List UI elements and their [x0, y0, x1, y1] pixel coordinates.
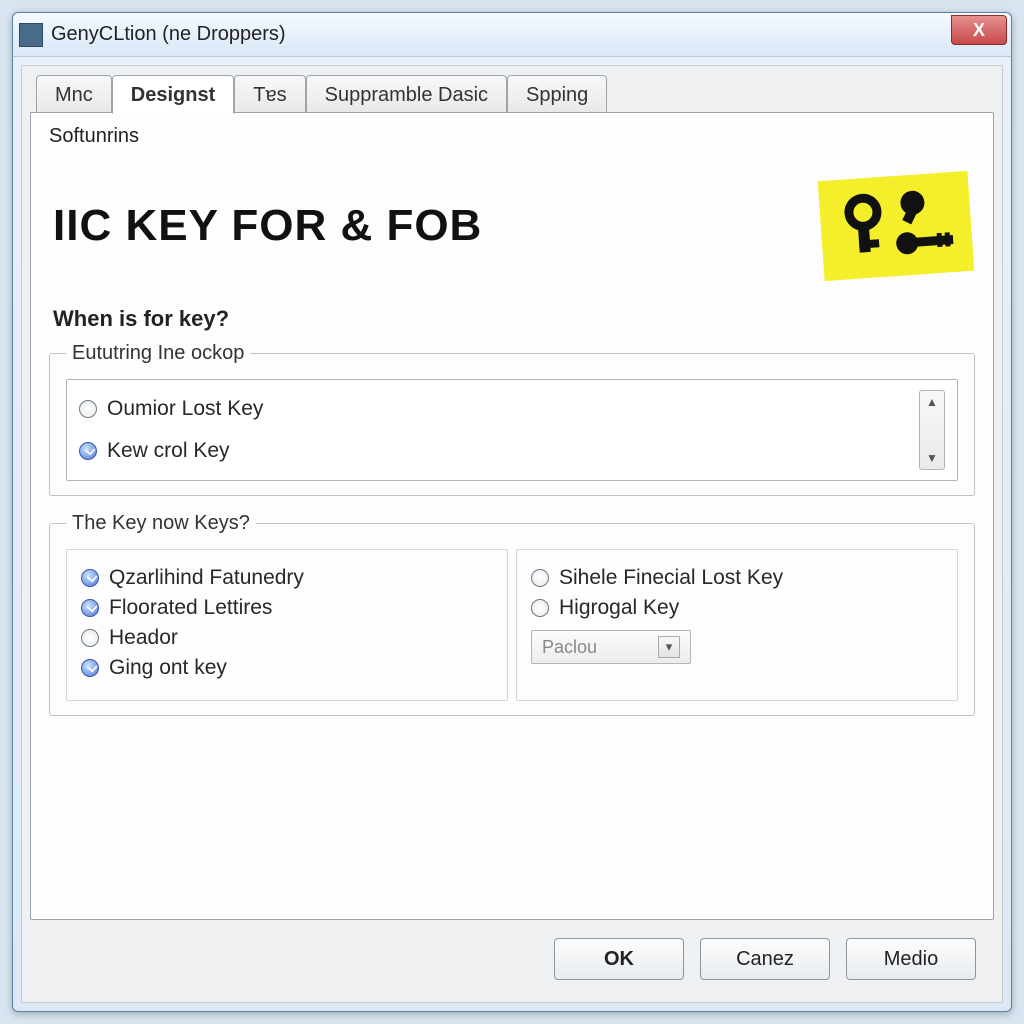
dialog-window: GenyCLtion (ne Droppers) X Mnc Designst …	[12, 12, 1012, 1012]
check-icon	[531, 569, 549, 587]
tab-label: Tɐs	[253, 84, 286, 106]
scroll-up-icon: ▲	[926, 395, 938, 409]
close-button[interactable]: X	[951, 15, 1007, 45]
check-icon	[81, 659, 99, 677]
tab-page-designst: Softunrins IIC KEY FOR & FOB	[30, 112, 994, 920]
tab-mnc[interactable]: Mnc	[36, 75, 112, 114]
close-icon: X	[973, 20, 985, 41]
button-bar: OK Canez Medio	[30, 920, 994, 994]
paclou-dropdown[interactable]: Paclou ▾	[531, 630, 691, 664]
client-area: Mnc Designst Tɐs Suppramble Dasic Spping…	[21, 65, 1003, 1003]
heading-row: IIC KEY FOR & FOB	[53, 176, 971, 276]
button-label: OK	[604, 948, 634, 971]
option-label: Sihele Finecial Lost Key	[559, 566, 783, 590]
tab-label: Mnc	[55, 84, 93, 106]
tab-label: Spping	[526, 84, 588, 106]
option-label: Heador	[109, 626, 178, 650]
option-label: Floorated Lettires	[109, 596, 272, 620]
option-sihele[interactable]: Sihele Finecial Lost Key	[531, 566, 943, 590]
option-kew-crol[interactable]: Kew crol Key	[79, 439, 919, 463]
keys-icon	[818, 171, 975, 281]
option-higrogal[interactable]: Higroɡal Key	[531, 596, 943, 620]
option-ging-ont[interactable]: Ging ont key	[81, 656, 493, 680]
dropdown-value: Paclou	[542, 637, 597, 658]
cancel-button[interactable]: Canez	[700, 938, 830, 980]
option-qzarlihind[interactable]: Qzarlihind Fatunedry	[81, 566, 493, 590]
app-icon	[19, 23, 43, 47]
tab-tas[interactable]: Tɐs	[234, 75, 305, 114]
group-legend: The Key now Keys?	[66, 512, 256, 535]
tab-label: Designst	[131, 84, 215, 106]
option-label: Ging ont key	[109, 656, 227, 680]
tab-label: Suppramble Dasic	[325, 84, 488, 106]
tab-spping[interactable]: Spping	[507, 75, 607, 114]
button-label: Medio	[884, 948, 938, 971]
help-button[interactable]: Medio	[846, 938, 976, 980]
options-right-column: Sihele Finecial Lost Key Higroɡal Key Pa…	[516, 549, 958, 701]
radio-selected-icon	[79, 442, 97, 460]
option-floorated[interactable]: Floorated Lettires	[81, 596, 493, 620]
group-legend: Eututring Ine ockop	[66, 342, 250, 365]
radio-icon	[79, 400, 97, 418]
scroll-down-icon: ▼	[926, 451, 938, 465]
option-label: Qzarlihind Fatunedry	[109, 566, 304, 590]
tab-designst[interactable]: Designst	[112, 75, 234, 114]
check-icon	[81, 629, 99, 647]
chevron-down-icon: ▾	[658, 636, 680, 658]
tab-strip: Mnc Designst Tɐs Suppramble Dasic Spping	[30, 74, 994, 113]
options-left-column: Qzarlihind Fatunedry Floorated Lettires …	[66, 549, 508, 701]
check-icon	[81, 569, 99, 587]
scrollbar[interactable]: ▲ ▼	[919, 390, 945, 470]
titlebar: GenyCLtion (ne Droppers) X	[13, 13, 1011, 57]
option-heador[interactable]: Heador	[81, 626, 493, 650]
check-icon	[81, 599, 99, 617]
button-label: Canez	[736, 948, 794, 971]
group-label: Softunrins	[49, 125, 975, 148]
tab-suppramble[interactable]: Suppramble Dasic	[306, 75, 507, 114]
check-icon	[531, 599, 549, 617]
option-label: Higroɡal Key	[559, 596, 679, 620]
option-lost-key[interactable]: Oumior Lost Key	[79, 397, 919, 421]
key-listbox[interactable]: Oumior Lost Key Kew crol Key ▲ ▼	[66, 379, 958, 481]
window-title: GenyCLtion (ne Droppers)	[51, 23, 286, 46]
group-eututring: Eututring Ine ockop Oumior Lost Key Kew …	[49, 342, 975, 496]
group-key-now: The Key now Keys? Qzarlihind Fatunedry F…	[49, 512, 975, 716]
ok-button[interactable]: OK	[554, 938, 684, 980]
option-label: Oumior Lost Key	[107, 397, 263, 421]
option-label: Kew crol Key	[107, 439, 230, 463]
question-when: When is for key?	[53, 306, 975, 332]
page-heading: IIC KEY FOR & FOB	[53, 201, 482, 251]
